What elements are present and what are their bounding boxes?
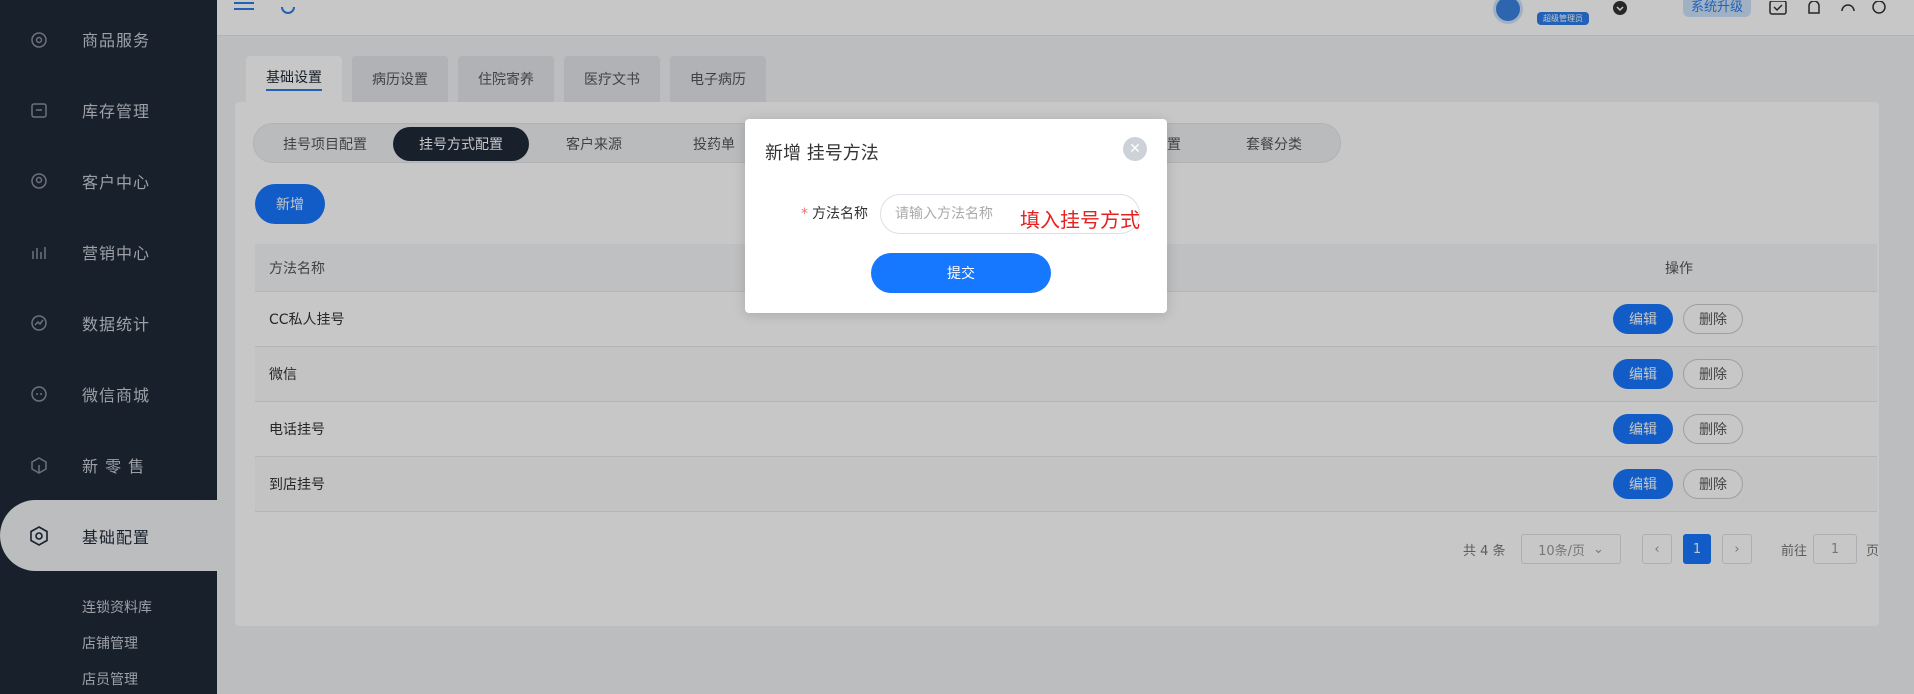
annotation-text: 填入挂号方式 [1020, 208, 1140, 232]
required-mark: * [801, 206, 808, 222]
close-icon[interactable]: ✕ [1123, 137, 1147, 161]
submit-button[interactable]: 提交 [871, 253, 1051, 293]
method-name-label: * 方法名称 [801, 206, 868, 222]
add-method-dialog: 新增 挂号方法 ✕ *方法名称 填入挂号方式 提交 [745, 119, 1167, 313]
modal-overlay[interactable] [0, 0, 1914, 694]
dialog-title: 新增 挂号方法 [765, 143, 879, 164]
